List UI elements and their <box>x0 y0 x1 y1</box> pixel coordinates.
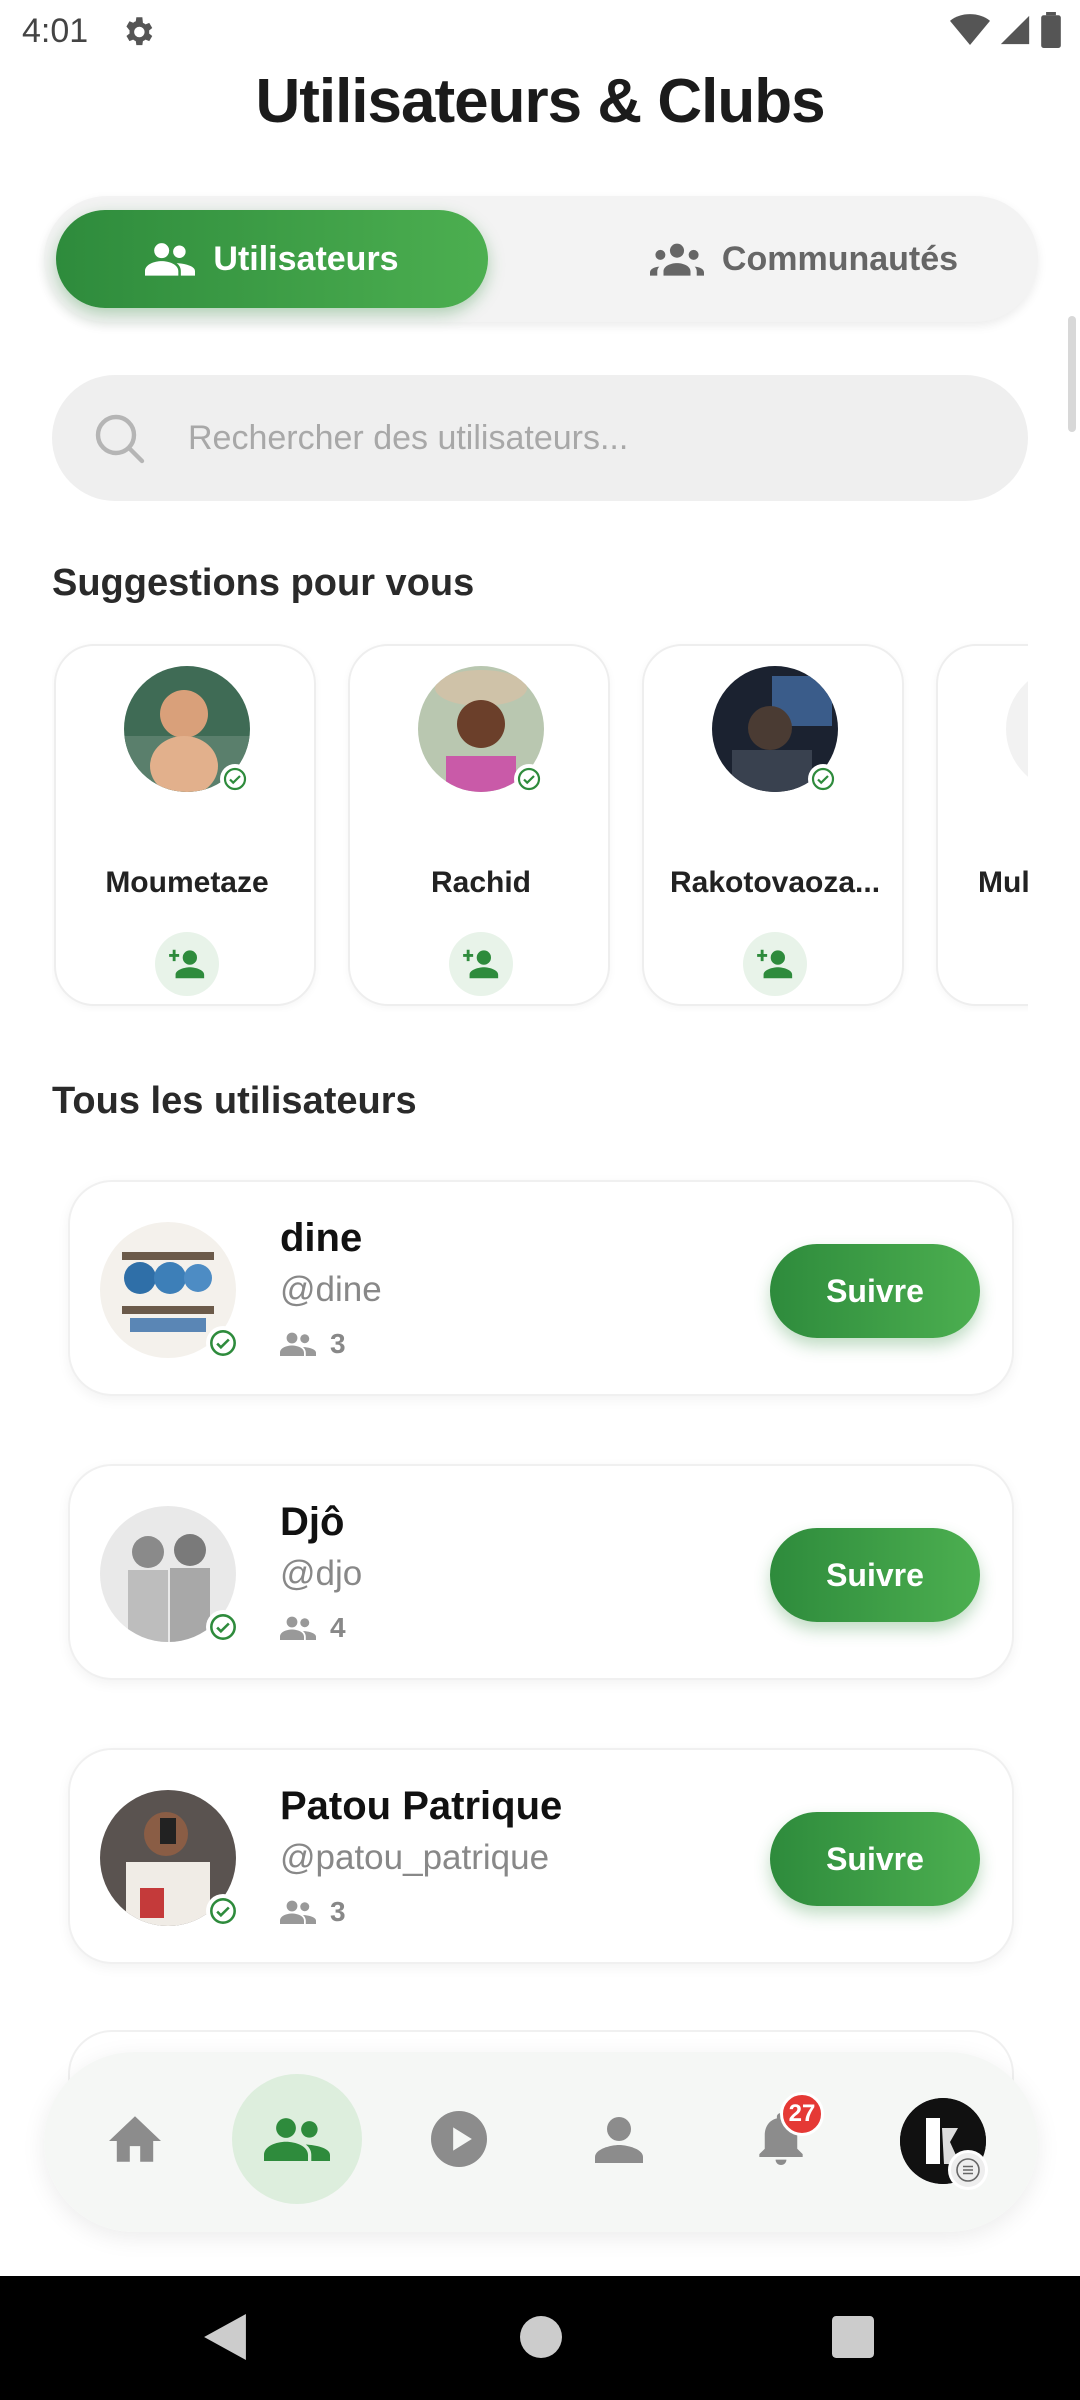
search-icon <box>95 414 145 464</box>
user-handle: @patou_patrique <box>280 1838 550 1877</box>
tab-switcher: Utilisateurs Communautés <box>44 196 1038 322</box>
tab-communities-label: Communautés <box>721 239 959 278</box>
search-input[interactable] <box>188 403 988 473</box>
follower-count: 3 <box>280 1896 346 1928</box>
suggestions-heading: Suggestions pour vous <box>52 562 475 604</box>
recents-icon[interactable] <box>832 2314 874 2360</box>
settings-gear-icon <box>126 17 153 46</box>
follower-count-value: 3 <box>330 1896 346 1927</box>
follower-count-value: 4 <box>330 1612 346 1643</box>
people-icon <box>280 1900 316 1924</box>
home-button-icon[interactable] <box>520 2314 562 2360</box>
nav-videos[interactable] <box>394 2074 524 2204</box>
nav-users[interactable] <box>232 2074 362 2204</box>
person-icon <box>595 2117 643 2163</box>
person-add-icon <box>463 949 499 979</box>
suggestion-card[interactable]: Mul <box>936 644 1028 1006</box>
suggestion-name: Mul <box>978 866 1028 899</box>
status-indicators <box>950 12 1062 48</box>
suggestion-name: Rachid <box>430 866 532 899</box>
person-add-icon <box>169 949 205 979</box>
suggestions-carousel[interactable]: Moumetaze Rachid Rakotovaoza... Mul <box>52 640 1028 1012</box>
person-add-icon <box>757 949 793 979</box>
user-name: Patou Patrique <box>280 1784 563 1828</box>
user-name: Djô <box>280 1500 345 1544</box>
groups-icon <box>649 243 704 276</box>
follower-count: 3 <box>280 1328 346 1360</box>
cell-signal-icon <box>1000 15 1030 45</box>
screen: { "status_bar": {"time": "4:01"}, "heade… <box>0 0 1080 2400</box>
follow-button[interactable]: Suivre <box>770 1244 980 1338</box>
verified-badge-icon <box>206 1326 240 1360</box>
verified-badge-icon <box>514 764 544 794</box>
nav-profile[interactable] <box>554 2074 684 2204</box>
suggestion-card[interactable]: Moumetaze <box>54 644 316 1006</box>
status-time: 4:01 <box>22 12 89 50</box>
people-icon <box>264 2118 330 2161</box>
play-icon <box>431 2111 487 2167</box>
follower-count: 4 <box>280 1612 346 1644</box>
home-icon <box>109 2116 161 2162</box>
add-friend-button[interactable] <box>449 932 513 996</box>
add-friend-button[interactable] <box>155 932 219 996</box>
people-icon <box>280 1616 316 1640</box>
scrollbar[interactable] <box>1068 316 1076 432</box>
back-icon[interactable] <box>204 2314 246 2360</box>
follow-button[interactable]: Suivre <box>770 1812 980 1906</box>
battery-icon <box>1041 12 1061 48</box>
system-nav-bar <box>0 2276 1080 2400</box>
people-icon <box>145 243 196 276</box>
suggestion-card[interactable]: Rachid <box>348 644 610 1006</box>
verified-badge-icon <box>206 1894 240 1928</box>
notification-count-badge: 27 <box>780 2092 824 2136</box>
verified-badge-icon <box>220 764 250 794</box>
user-card[interactable]: Djô @djo 4 Suivre <box>68 1464 1014 1680</box>
nav-home[interactable] <box>70 2074 200 2204</box>
status-bar: 4:01 <box>0 0 1080 64</box>
avatar <box>1006 666 1028 792</box>
user-handle: @dine <box>280 1270 382 1309</box>
bottom-nav: 27 <box>44 2052 1038 2232</box>
all-users-heading: Tous les utilisateurs <box>52 1080 417 1122</box>
user-name: dine <box>280 1216 363 1260</box>
follower-count-value: 3 <box>330 1328 346 1359</box>
page-title: Utilisateurs & Clubs <box>255 67 825 136</box>
tab-users[interactable]: Utilisateurs <box>56 210 488 308</box>
user-handle: @djo <box>280 1554 363 1593</box>
suggestion-card[interactable]: Rakotovaoza... <box>642 644 904 1006</box>
suggestion-name: Moumetaze <box>105 866 269 899</box>
nav-notifications[interactable] <box>716 2074 846 2204</box>
menu-icon[interactable] <box>948 2150 988 2190</box>
verified-badge-icon <box>206 1610 240 1644</box>
user-card[interactable]: dine @dine 3 Suivre <box>68 1180 1014 1396</box>
user-card[interactable]: Patou Patrique @patou_patrique 3 Suivre <box>68 1748 1014 1964</box>
suggestion-name: Rakotovaoza... <box>669 866 881 899</box>
tab-communities[interactable]: Communautés <box>604 210 1004 308</box>
add-friend-button[interactable] <box>743 932 807 996</box>
verified-badge-icon <box>808 764 838 794</box>
wifi-icon <box>950 14 990 45</box>
tab-users-label: Utilisateurs <box>213 239 399 278</box>
follow-button[interactable]: Suivre <box>770 1528 980 1622</box>
search-bar <box>52 375 1028 501</box>
people-icon <box>280 1332 316 1356</box>
